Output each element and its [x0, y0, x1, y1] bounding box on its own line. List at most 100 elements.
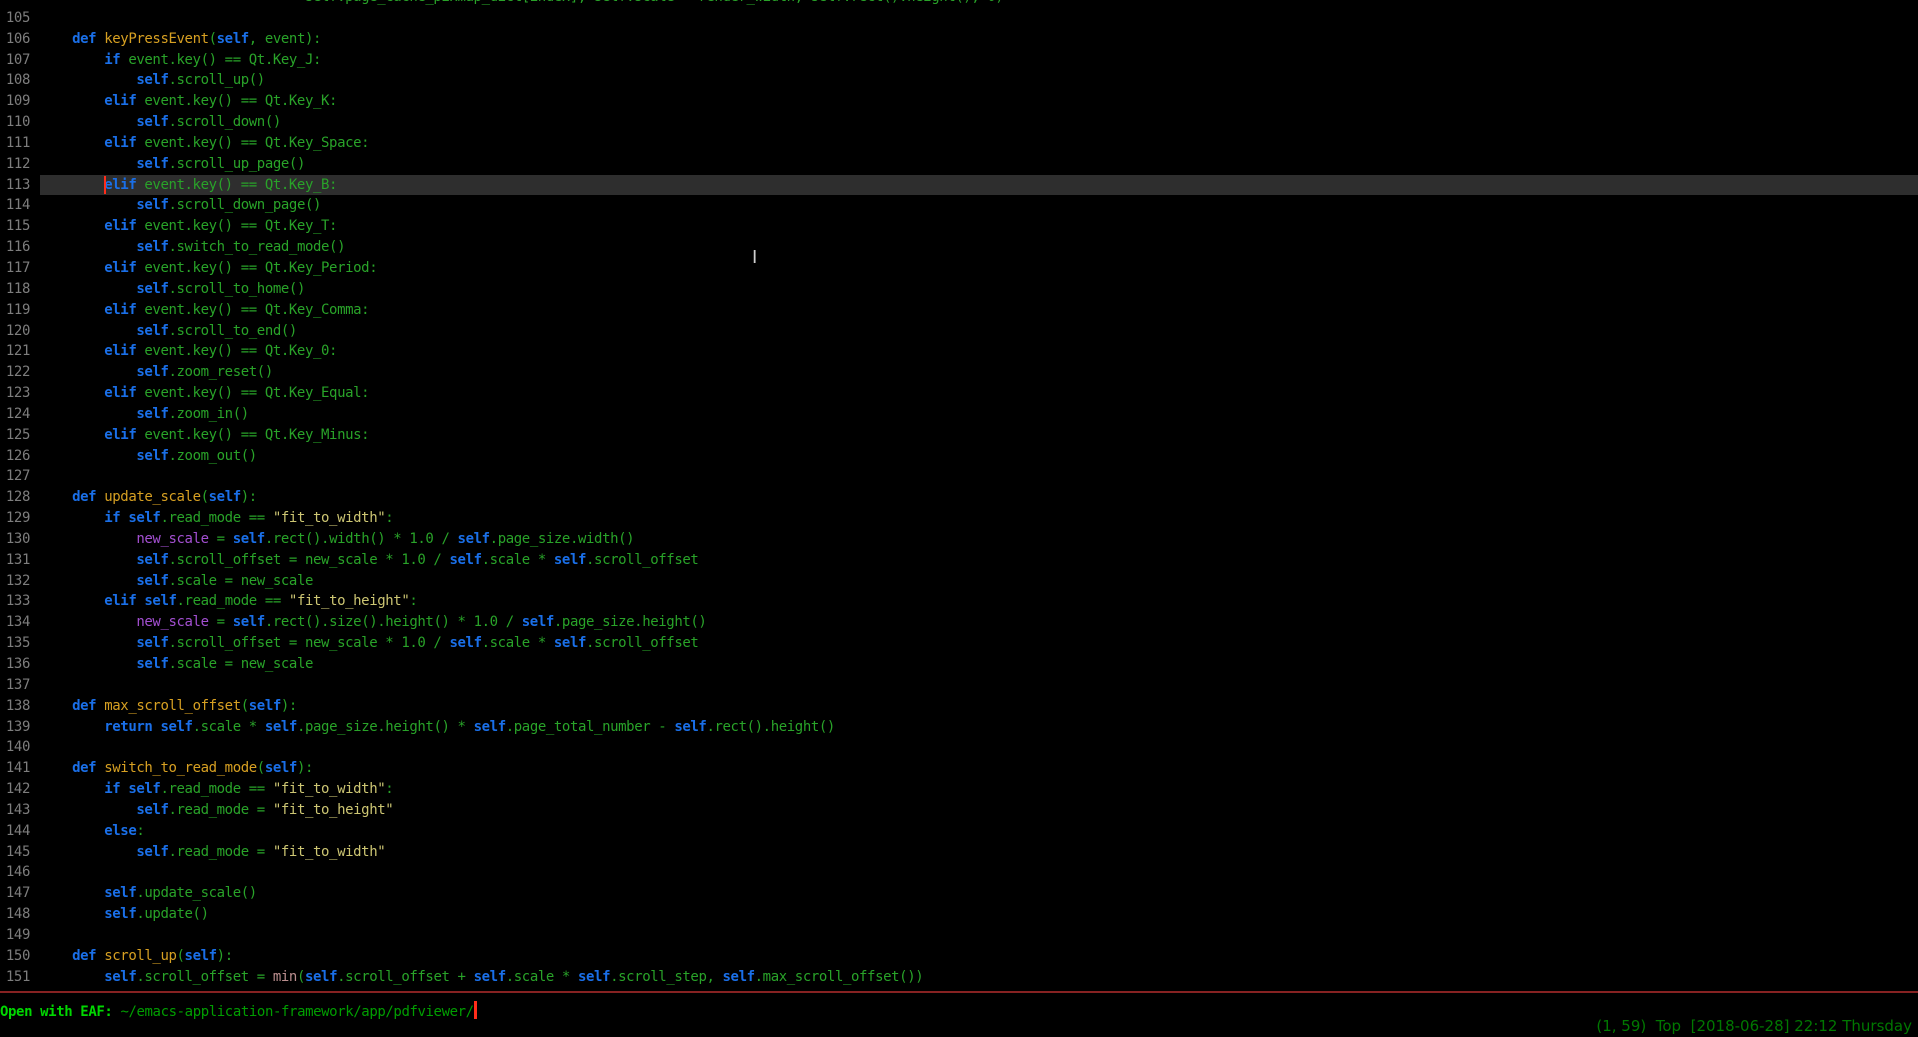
code-text: else: — [40, 821, 1918, 842]
code-text: self.scroll_down() — [40, 112, 1918, 133]
code-line[interactable]: 113 elif event.key() == Qt.Key_B: — [0, 175, 1918, 196]
minibuffer-prompt: Open with EAF: — [0, 1004, 120, 1020]
code-text: self.scroll_up() — [40, 70, 1918, 91]
code-text: elif event.key() == Qt.Key_Minus: — [40, 425, 1918, 446]
line-number: 109 — [0, 91, 30, 112]
code-line[interactable]: 106 def keyPressEvent(self, event): — [0, 29, 1918, 50]
code-text: elif event.key() == Qt.Key_Comma: — [40, 300, 1918, 321]
code-line[interactable]: 131 self.scroll_offset = new_scale * 1.0… — [0, 550, 1918, 571]
line-number: 112 — [0, 154, 30, 175]
line-number: 134 — [0, 612, 30, 633]
code-line[interactable]: 125 elif event.key() == Qt.Key_Minus: — [0, 425, 1918, 446]
code-line[interactable]: 138 def max_scroll_offset(self): — [0, 696, 1918, 717]
code-text: def keyPressEvent(self, event): — [40, 29, 1918, 50]
line-number: 129 — [0, 508, 30, 529]
line-number: 142 — [0, 779, 30, 800]
code-line[interactable]: 135 self.scroll_offset = new_scale * 1.0… — [0, 633, 1918, 654]
code-text: elif event.key() == Qt.Key_B: — [40, 175, 1918, 196]
line-number — [0, 0, 30, 8]
code-line[interactable]: 123 elif event.key() == Qt.Key_Equal: — [0, 383, 1918, 404]
line-number: 118 — [0, 279, 30, 300]
code-line[interactable]: 114 self.scroll_down_page() — [0, 195, 1918, 216]
code-text: self.scroll_down_page() — [40, 195, 1918, 216]
code-line[interactable]: 132 self.scale = new_scale — [0, 571, 1918, 592]
code-line[interactable]: 122 self.zoom_reset() — [0, 362, 1918, 383]
code-line[interactable]: 118 self.scroll_to_home() — [0, 279, 1918, 300]
code-line[interactable]: 110 self.scroll_down() — [0, 112, 1918, 133]
code-line[interactable]: 151 self.scroll_offset = min(self.scroll… — [0, 967, 1918, 988]
code-editor[interactable]: self.page_cache_pixmap_dict[index], self… — [0, 0, 1918, 991]
code-line[interactable]: 146 — [0, 862, 1918, 883]
minibuffer-cursor — [474, 1001, 477, 1019]
code-line[interactable]: 108 self.scroll_up() — [0, 70, 1918, 91]
code-line[interactable]: 143 self.read_mode = "fit_to_height" — [0, 800, 1918, 821]
code-line[interactable]: 115 elif event.key() == Qt.Key_T: — [0, 216, 1918, 237]
code-line[interactable]: 127 — [0, 466, 1918, 487]
code-text: elif event.key() == Qt.Key_T: — [40, 216, 1918, 237]
line-number: 115 — [0, 216, 30, 237]
code-line[interactable]: 145 self.read_mode = "fit_to_width" — [0, 842, 1918, 863]
code-text: def scroll_up(self): — [40, 946, 1918, 967]
code-text — [40, 8, 1918, 29]
line-number: 114 — [0, 195, 30, 216]
code-text: self.scale = new_scale — [40, 571, 1918, 592]
line-number: 120 — [0, 321, 30, 342]
mode-line-separator — [0, 991, 1918, 993]
code-line[interactable]: 142 if self.read_mode == "fit_to_width": — [0, 779, 1918, 800]
code-line[interactable]: 134 new_scale = self.rect().size().heigh… — [0, 612, 1918, 633]
line-number: 150 — [0, 946, 30, 967]
code-line[interactable]: 121 elif event.key() == Qt.Key_0: — [0, 341, 1918, 362]
code-line[interactable]: 116 self.switch_to_read_mode() — [0, 237, 1918, 258]
code-text: self.zoom_reset() — [40, 362, 1918, 383]
status-tray: (1, 59) Top [2018-06-28] 22:12 Thursday — [1596, 1017, 1912, 1035]
code-line[interactable]: 128 def update_scale(self): — [0, 487, 1918, 508]
line-number: 151 — [0, 967, 30, 988]
text-cursor-pointer: I — [752, 247, 757, 268]
code-text: new_scale = self.rect().size().height() … — [40, 612, 1918, 633]
line-number: 148 — [0, 904, 30, 925]
code-line[interactable]: 147 self.update_scale() — [0, 883, 1918, 904]
line-number: 147 — [0, 883, 30, 904]
code-line[interactable]: 144 else: — [0, 821, 1918, 842]
code-line[interactable]: 148 self.update() — [0, 904, 1918, 925]
code-line[interactable]: 149 — [0, 925, 1918, 946]
line-number: 130 — [0, 529, 30, 550]
code-text: self.scale = new_scale — [40, 654, 1918, 675]
line-number: 140 — [0, 737, 30, 758]
line-number: 122 — [0, 362, 30, 383]
code-line[interactable]: 137 — [0, 675, 1918, 696]
code-line[interactable]: 119 elif event.key() == Qt.Key_Comma: — [0, 300, 1918, 321]
code-line[interactable]: 136 self.scale = new_scale — [0, 654, 1918, 675]
code-line[interactable]: 111 elif event.key() == Qt.Key_Space: — [0, 133, 1918, 154]
line-number: 119 — [0, 300, 30, 321]
code-line[interactable]: 150 def scroll_up(self): — [0, 946, 1918, 967]
code-text: elif event.key() == Qt.Key_Period: — [40, 258, 1918, 279]
code-line[interactable]: 105 — [0, 8, 1918, 29]
line-number: 123 — [0, 383, 30, 404]
code-line[interactable]: 117 elif event.key() == Qt.Key_Period: — [0, 258, 1918, 279]
code-text: self.scroll_offset = new_scale * 1.0 / s… — [40, 550, 1918, 571]
code-line[interactable]: 112 self.scroll_up_page() — [0, 154, 1918, 175]
code-line[interactable]: 120 self.scroll_to_end() — [0, 321, 1918, 342]
minibuffer-input[interactable]: ~/emacs-application-framework/app/pdfvie… — [120, 1004, 473, 1020]
code-line[interactable]: 141 def switch_to_read_mode(self): — [0, 758, 1918, 779]
line-number: 145 — [0, 842, 30, 863]
line-number: 141 — [0, 758, 30, 779]
code-line[interactable]: self.page_cache_pixmap_dict[index], self… — [0, 0, 1918, 8]
code-text: self.scroll_to_end() — [40, 321, 1918, 342]
code-line[interactable]: 124 self.zoom_in() — [0, 404, 1918, 425]
code-line[interactable]: 140 — [0, 737, 1918, 758]
code-text: elif event.key() == Qt.Key_Space: — [40, 133, 1918, 154]
code-line[interactable]: 130 new_scale = self.rect().width() * 1.… — [0, 529, 1918, 550]
code-text — [40, 862, 1918, 883]
line-number: 132 — [0, 571, 30, 592]
line-number: 137 — [0, 675, 30, 696]
code-text: if self.read_mode == "fit_to_width": — [40, 508, 1918, 529]
code-line[interactable]: 129 if self.read_mode == "fit_to_width": — [0, 508, 1918, 529]
code-line[interactable]: 133 elif self.read_mode == "fit_to_heigh… — [0, 591, 1918, 612]
code-line[interactable]: 109 elif event.key() == Qt.Key_K: — [0, 91, 1918, 112]
code-line[interactable]: 107 if event.key() == Qt.Key_J: — [0, 50, 1918, 71]
code-line[interactable]: 139 return self.scale * self.page_size.h… — [0, 717, 1918, 738]
line-number: 106 — [0, 29, 30, 50]
code-line[interactable]: 126 self.zoom_out() — [0, 446, 1918, 467]
